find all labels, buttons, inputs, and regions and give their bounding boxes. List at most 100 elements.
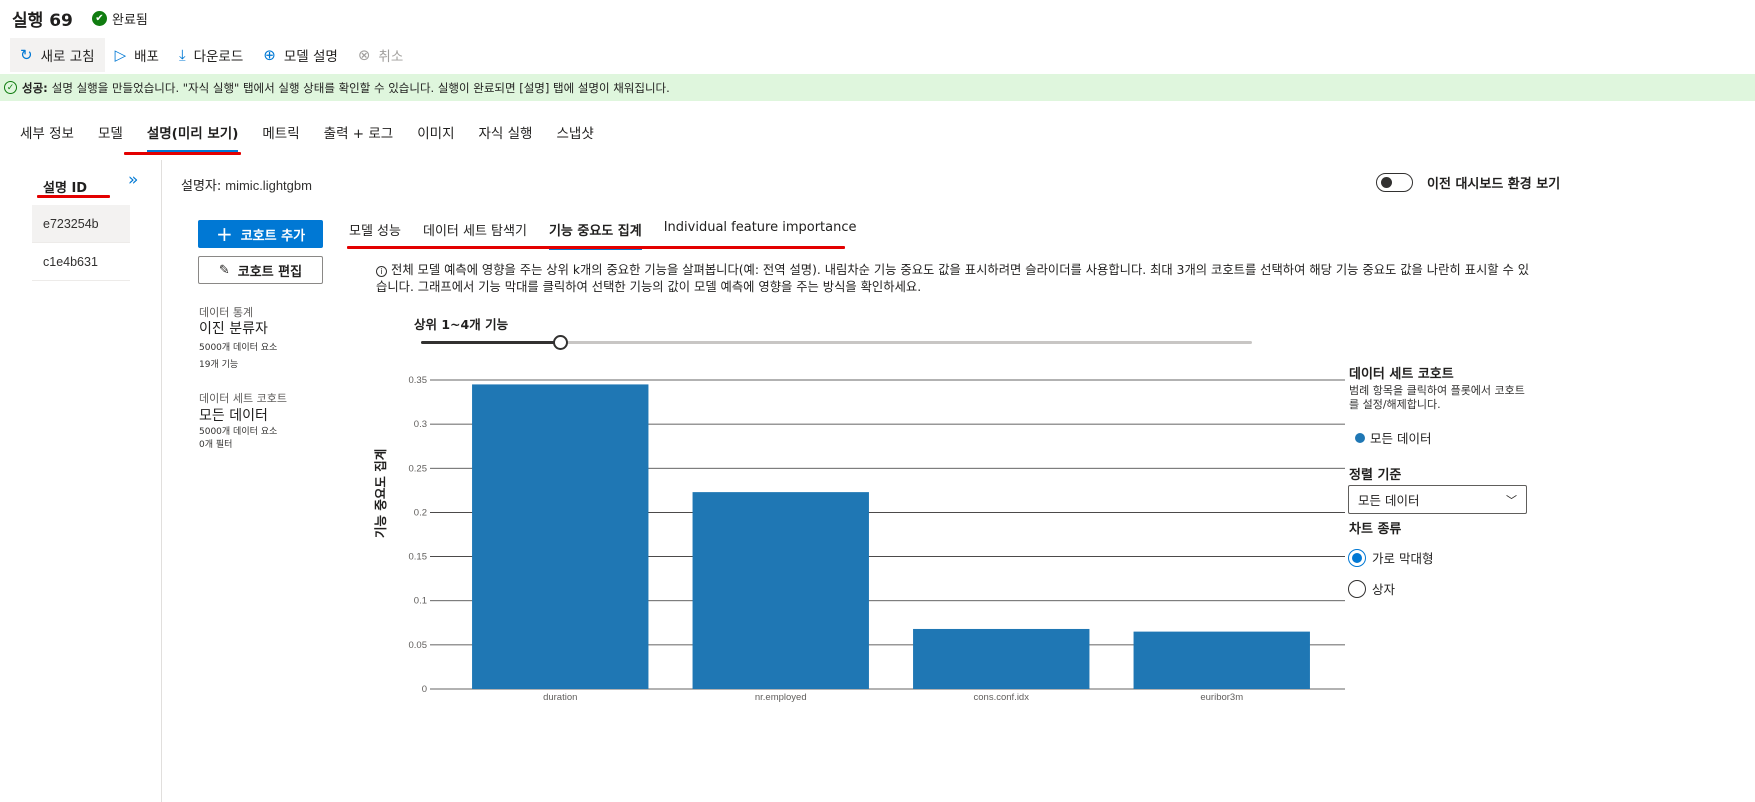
bar-duration[interactable]: [472, 384, 649, 689]
radio-selected-icon: [1348, 548, 1366, 567]
feature-count: 19개 기능: [199, 360, 239, 370]
explain-model-button[interactable]: ⊕ 모델 설명: [253, 38, 348, 72]
explainer-info: 설명자: mimic.lightgbm: [181, 175, 312, 194]
bar-euribor3m[interactable]: [1133, 631, 1310, 689]
slider-handle[interactable]: [552, 335, 568, 350]
add-cohort-button[interactable]: + 코호트 추가: [198, 220, 323, 248]
y-tick-label: 0.05: [409, 640, 428, 651]
feature-importance-description: i 전체 모델 예측에 영향을 주는 상위 k개의 중요한 기능을 살펴봅니다(예…: [376, 262, 1536, 296]
chevron-down-icon: ﹀: [1506, 493, 1517, 507]
annotation-underline: [124, 152, 241, 155]
zoom-in-icon: ⊕: [263, 46, 276, 64]
x-tick-label: euribor3m: [1200, 692, 1243, 703]
explanation-list-panel: 설명 ID » e723254b c1e4b631: [0, 160, 162, 802]
page-title: 실행 69: [12, 11, 73, 31]
deploy-label: 배포: [134, 49, 159, 65]
dataset-cohort-name: 모든 데이터: [199, 408, 268, 424]
add-cohort-label: 코호트 추가: [240, 228, 306, 244]
run-status: ✔ 완료됨: [92, 9, 148, 28]
chart-type-label: 차트 종류: [1349, 522, 1402, 537]
description-text: 전체 모델 예측에 영향을 주는 상위 k개의 중요한 기능을 살펴봅니다(예:…: [376, 263, 1530, 294]
x-tick-label: cons.conf.idx: [974, 692, 1030, 703]
tab-model[interactable]: 모델: [98, 120, 123, 152]
box-option-label: 상자: [1372, 582, 1396, 597]
edit-cohort-label: 코호트 편집: [237, 264, 303, 280]
legend-title: 데이터 세트 코호트: [1349, 367, 1454, 382]
plus-icon: +: [215, 222, 233, 246]
legend-item-label: 모든 데이터: [1370, 431, 1432, 446]
explanation-item[interactable]: c1e4b631: [32, 243, 130, 281]
tab-images[interactable]: 이미지: [417, 120, 454, 152]
toggle-label: 이전 대시보드 환경 보기: [1427, 177, 1561, 192]
info-icon: i: [376, 266, 387, 277]
data-points: 5000개 데이터 요소: [199, 343, 278, 353]
cancel-icon: ⊗: [357, 46, 371, 64]
feature-importance-chart: 0 0.05 0.1 0.15 0.2 0.25 0.3 0.35 duration nr.emp…: [409, 375, 1345, 703]
dataset-points: 5000개 데이터 요소: [199, 427, 278, 437]
bar-cons.conf.idx[interactable]: [913, 628, 1090, 689]
explanation-id-header: 설명 ID: [43, 181, 88, 196]
download-label: 다운로드: [193, 49, 244, 65]
play-icon: ▷: [114, 46, 127, 64]
dataset-cohort-label: 데이터 세트 코호트: [199, 392, 287, 405]
tab-child-runs[interactable]: 자식 실행: [479, 120, 533, 152]
refresh-icon: ↻: [20, 46, 33, 64]
download-button[interactable]: ⤓ 다운로드: [169, 38, 253, 72]
sort-by-label: 정렬 기준: [1349, 468, 1402, 483]
toolbar: ↻ 새로 고침 ▷ 배포 ⤓ 다운로드 ⊕ 모델 설명 ⊗ 취소: [10, 38, 413, 72]
refresh-button[interactable]: ↻ 새로 고침: [10, 38, 105, 72]
download-icon: ⤓: [178, 46, 186, 64]
status-text: 완료됨: [112, 13, 148, 28]
filter-count: 0개 필터: [199, 440, 233, 450]
legend-swatch: [1355, 432, 1365, 443]
radio-unselected-icon: [1348, 579, 1366, 598]
y-tick-label: 0.25: [409, 463, 428, 474]
explainer-label: 설명자:: [181, 179, 222, 194]
sort-by-value: 모든 데이터: [1358, 493, 1420, 508]
tab-snapshot[interactable]: 스냅샷: [556, 120, 593, 152]
chart-type-box-radio[interactable]: 상자: [1348, 579, 1395, 598]
success-banner: ✓ 성공: 설명 실행을 만들었습니다. "자식 실행" 탭에서 실행 상태를 …: [0, 74, 1755, 101]
tab-metrics[interactable]: 메트릭: [262, 120, 299, 152]
refresh-label: 새로 고침: [40, 49, 95, 65]
chart-type-bar-radio[interactable]: 가로 막대형: [1348, 548, 1433, 567]
top-k-slider-label: 상위 1~4개 기능: [414, 317, 509, 332]
check-circle-icon: ✔: [92, 11, 107, 26]
y-tick-label: 0.1: [414, 596, 427, 607]
edit-cohort-button[interactable]: ✎ 코호트 편집: [198, 256, 323, 284]
cancel-button[interactable]: ⊗ 취소: [348, 38, 413, 72]
main-tabs: 세부 정보 모델 설명(미리 보기) 메트릭 출력 + 로그 이미지 자식 실행…: [20, 120, 618, 152]
banner-strong: 성공:: [22, 80, 48, 95]
cancel-label: 취소: [378, 49, 404, 65]
sort-by-dropdown[interactable]: 모든 데이터 ﹀: [1348, 485, 1527, 514]
tab-outputs-logs[interactable]: 출력 + 로그: [324, 120, 394, 152]
data-stats-type: 이진 분류자: [199, 321, 268, 337]
bar-option-label: 가로 막대형: [1372, 551, 1434, 566]
pencil-icon: ✎: [218, 262, 230, 278]
x-tick-label: nr.employed: [755, 692, 807, 703]
tab-explanations[interactable]: 설명(미리 보기): [146, 120, 239, 152]
slider-fill: [421, 341, 560, 344]
banner-text: 설명 실행을 만들었습니다. "자식 실행" 탭에서 실행 상태를 확인할 수 …: [51, 80, 670, 95]
expand-panel-icon[interactable]: »: [128, 170, 138, 190]
deploy-button[interactable]: ▷ 배포: [105, 38, 169, 72]
y-axis-label: 기능 중요도 집계: [373, 448, 388, 538]
annotation-underline: [347, 246, 845, 249]
y-tick-label: 0: [422, 684, 427, 695]
legend-item[interactable]: 모든 데이터: [1355, 428, 1431, 447]
explain-label: 모델 설명: [283, 49, 338, 65]
success-icon: ✓: [4, 81, 17, 94]
explanation-item[interactable]: e723254b: [32, 205, 130, 243]
y-tick-label: 0.35: [409, 375, 428, 386]
legacy-dashboard-toggle[interactable]: 이전 대시보드 환경 보기: [1376, 173, 1560, 192]
tab-details[interactable]: 세부 정보: [20, 120, 74, 152]
explainer-value: mimic.lightgbm: [225, 178, 312, 193]
y-tick-label: 0.15: [409, 552, 428, 563]
bar-nr.employed[interactable]: [692, 492, 869, 689]
x-tick-label: duration: [543, 692, 577, 703]
legend-description: 범례 항목을 클릭하여 플롯에서 코호트를 설정/해제합니다.: [1349, 384, 1525, 411]
toggle-switch[interactable]: [1376, 173, 1413, 192]
y-tick-label: 0.2: [414, 507, 427, 518]
annotation-underline: [37, 195, 110, 198]
y-tick-label: 0.3: [414, 419, 427, 430]
